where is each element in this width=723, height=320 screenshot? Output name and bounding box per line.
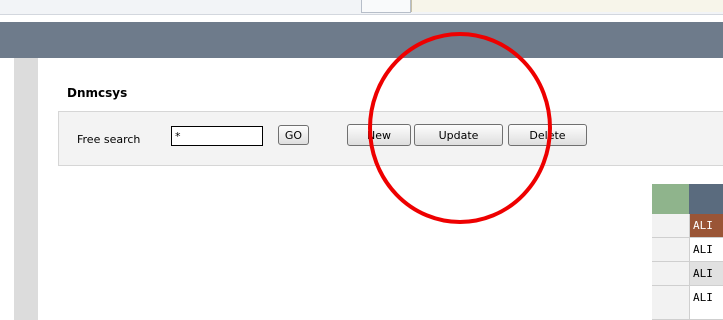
table-row[interactable]: ALI bbox=[652, 262, 723, 286]
left-gutter bbox=[0, 58, 14, 320]
go-button[interactable]: GO bbox=[278, 125, 309, 145]
table-row[interactable]: ALI bbox=[652, 286, 723, 320]
table-cell[interactable]: ALI bbox=[689, 238, 723, 262]
table-cell[interactable]: ALI bbox=[689, 262, 723, 286]
row-select-cell[interactable] bbox=[652, 214, 689, 238]
row-select-cell[interactable] bbox=[652, 262, 689, 286]
table-cell[interactable]: ALI bbox=[689, 214, 723, 238]
app-header-band bbox=[0, 22, 723, 58]
free-search-input[interactable] bbox=[171, 126, 263, 146]
browser-top-strip bbox=[0, 0, 723, 15]
grid-header-column[interactable] bbox=[689, 184, 723, 214]
new-button[interactable]: New bbox=[347, 124, 411, 146]
delete-button[interactable]: Delete bbox=[508, 124, 587, 146]
update-button[interactable]: Update bbox=[414, 124, 503, 146]
page-title: Dnmcsys bbox=[67, 86, 128, 100]
row-select-cell[interactable] bbox=[652, 286, 689, 320]
search-toolbar: Free search GO New Update Delete bbox=[58, 111, 723, 166]
browser-address-area bbox=[411, 0, 723, 12]
table-row[interactable]: ALI bbox=[652, 214, 723, 238]
left-navigation-rail bbox=[14, 58, 38, 320]
row-select-cell[interactable] bbox=[652, 238, 689, 262]
browser-tab[interactable] bbox=[361, 0, 411, 13]
grid-header-select-column[interactable] bbox=[652, 184, 689, 214]
table-row[interactable]: ALI bbox=[652, 238, 723, 262]
table-cell[interactable]: ALI bbox=[689, 286, 723, 320]
free-search-label: Free search bbox=[77, 133, 141, 146]
app-window: Dnmcsys Free search GO New Update Delete… bbox=[0, 0, 723, 320]
